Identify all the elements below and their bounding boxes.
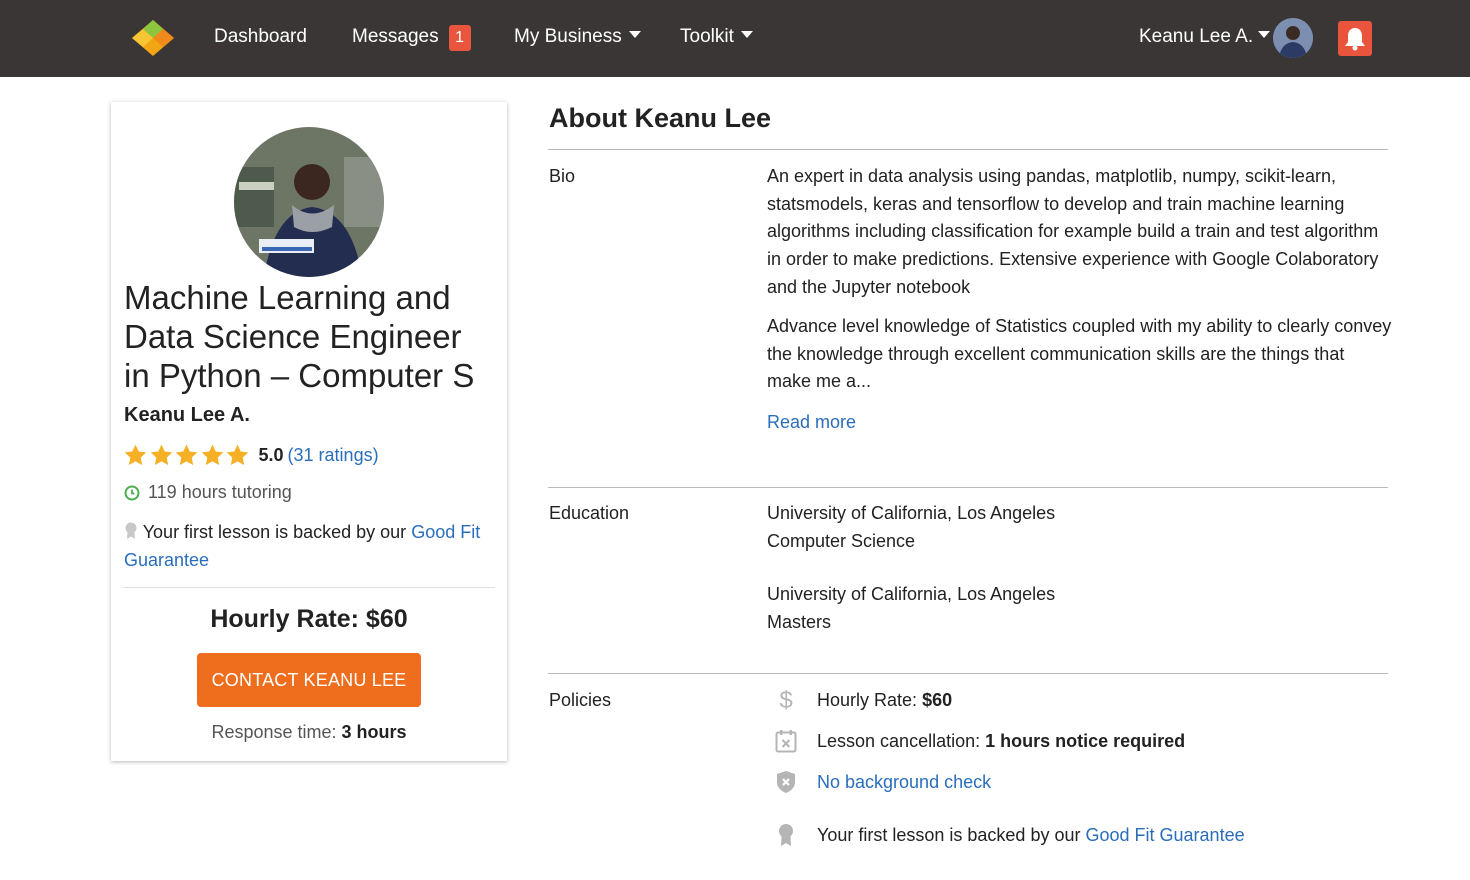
award-ribbon-icon: [125, 522, 137, 539]
profile-photo: [234, 127, 384, 277]
policy-cancellation: Lesson cancellation: 1 hours notice requ…: [773, 727, 1185, 755]
caret-down-icon: [740, 31, 753, 38]
education-degree: Masters: [767, 612, 832, 632]
response-time-value: 3 hours: [341, 722, 407, 742]
shield-x-icon: [773, 769, 799, 795]
nav-toolkit-label: Toolkit: [680, 26, 734, 47]
policy-rate-value: $60: [922, 689, 953, 710]
nav-my-business-label: My Business: [514, 26, 622, 47]
divider: [548, 673, 1388, 674]
messages-count-badge: 1: [448, 25, 471, 51]
policy-rate-label: Hourly Rate:: [817, 689, 918, 710]
about-title: About Keanu Lee: [549, 103, 772, 133]
hours-tutoring-text: 119 hours tutoring: [148, 482, 292, 502]
divider: [548, 487, 1388, 488]
top-navbar: Dashboard Messages 1 My Business Toolkit …: [0, 0, 1470, 77]
star-icon: [226, 444, 249, 465]
avatar-image-icon: [1273, 18, 1313, 58]
calendar-cancel-icon: [773, 728, 799, 754]
rating-row: 5.0 (31 ratings): [123, 441, 379, 469]
guarantee-prefix-text: Your first lesson is backed by our: [142, 522, 407, 542]
ratings-count-link[interactable]: (31 ratings): [288, 445, 379, 466]
hourly-rate: Hourly Rate: $60: [210, 605, 408, 633]
svg-text:$: $: [779, 687, 792, 713]
caret-down-icon: [628, 31, 641, 38]
education-school: University of California, Los Angeles: [767, 503, 1056, 523]
nav-user-menu[interactable]: Keanu Lee A.: [1139, 24, 1271, 50]
star-icon: [124, 444, 147, 465]
card-divider: [123, 587, 495, 588]
response-time: Response time: 3 hours: [111, 722, 507, 743]
nav-dashboard[interactable]: Dashboard: [214, 24, 307, 50]
star-icon: [150, 444, 172, 465]
profile-photo-image-icon: [234, 127, 384, 277]
award-ribbon-icon: [773, 822, 799, 848]
policy-guarantee-prefix: Your first lesson is backed by our: [817, 824, 1081, 845]
tutor-name: Keanu Lee A.: [124, 404, 250, 426]
contact-tutor-button[interactable]: CONTACT KEANU LEE: [197, 653, 421, 707]
bell-icon: [1345, 27, 1365, 50]
dollar-icon: $: [773, 687, 799, 713]
nav-messages-label: Messages: [352, 26, 439, 47]
divider: [548, 149, 1388, 150]
policy-cancel-value: 1 hours notice required: [985, 730, 1186, 751]
star-icon: [175, 444, 198, 465]
profile-headline: Machine Learning and Data Science Engine…: [124, 279, 475, 394]
policy-background-check: No background check: [773, 768, 991, 796]
response-time-label: Response time:: [211, 722, 337, 742]
bio-label: Bio: [549, 166, 576, 186]
tutor-profile-card: Machine Learning and Data Science Engine…: [111, 102, 507, 761]
policy-guarantee: Your first lesson is backed by our Good …: [773, 821, 1245, 849]
education-entry: University of California, Los Angeles Co…: [767, 499, 1055, 555]
nav-messages[interactable]: Messages 1: [352, 24, 471, 51]
star-icon: [201, 444, 223, 465]
good-fit-guarantee-note: Your first lesson is backed by our Good …: [124, 518, 494, 574]
hours-tutoring: 119 hours tutoring: [124, 482, 292, 503]
background-check-link[interactable]: No background check: [817, 772, 991, 793]
logo-icon[interactable]: [130, 18, 176, 58]
education-school: University of California, Los Angeles: [767, 584, 1056, 604]
policy-cancel-label: Lesson cancellation:: [817, 730, 981, 751]
bio-paragraph-1: An expert in data analysis using pandas,…: [767, 166, 1379, 297]
nav-toolkit-dropdown[interactable]: Toolkit: [680, 24, 753, 50]
nav-user-name: Keanu Lee A.: [1139, 26, 1254, 47]
policy-good-fit-guarantee-link[interactable]: Good Fit Guarantee: [1086, 825, 1245, 846]
education-entry: University of California, Los Angeles Ma…: [767, 580, 1055, 636]
policy-hourly-rate: $ Hourly Rate: $60: [773, 686, 952, 714]
rating-value: 5.0: [258, 444, 284, 465]
nav-my-business-dropdown[interactable]: My Business: [514, 24, 641, 50]
education-label: Education: [549, 503, 630, 523]
caret-down-icon: [1258, 31, 1271, 38]
clock-icon: [124, 485, 140, 500]
nav-avatar[interactable]: [1273, 18, 1313, 58]
notifications-button[interactable]: [1338, 21, 1372, 56]
nav-dashboard-label: Dashboard: [214, 26, 307, 47]
read-more-link[interactable]: Read more: [767, 409, 856, 437]
education-degree: Computer Science: [767, 531, 916, 551]
policies-label: Policies: [549, 690, 612, 710]
bio-paragraph-2: Advance level knowledge of Statistics co…: [767, 316, 1392, 392]
